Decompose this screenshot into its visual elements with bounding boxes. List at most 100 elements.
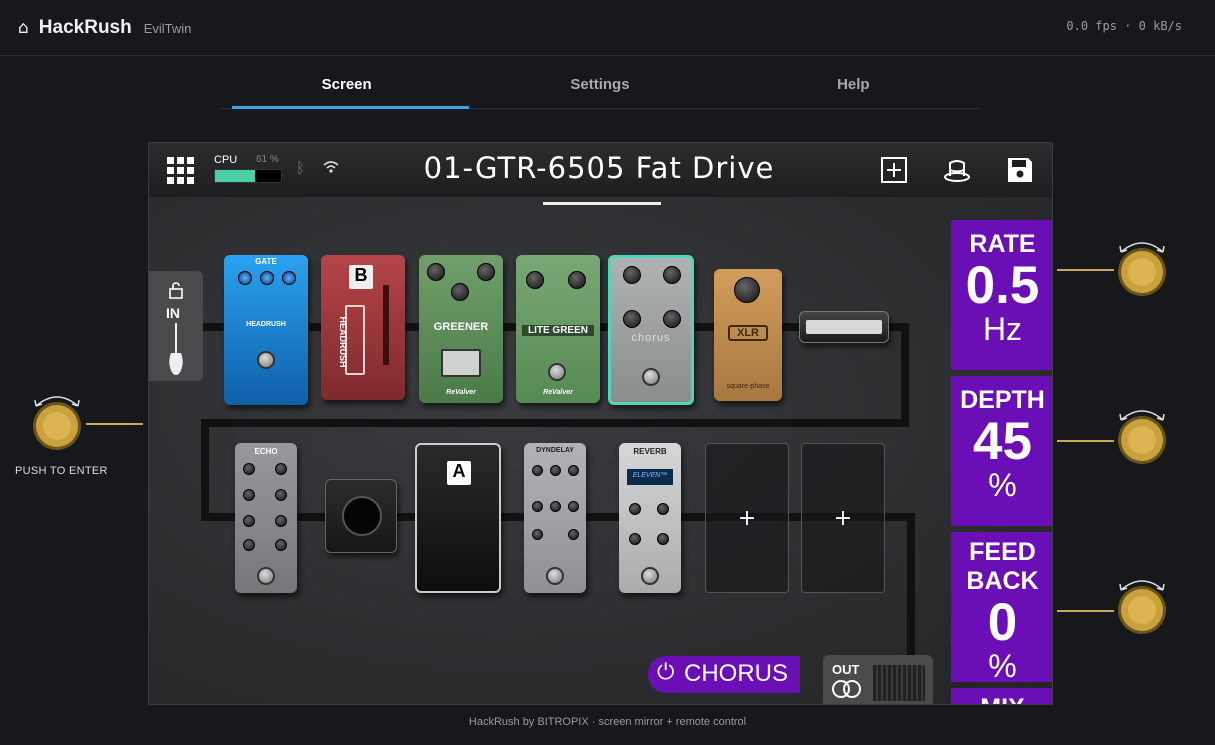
pedal-b-letter: B <box>349 265 373 289</box>
knob <box>568 465 579 476</box>
knob <box>243 515 255 527</box>
footswitch <box>257 567 275 585</box>
pedal-gate-brand: HEADRUSH <box>246 321 286 328</box>
rate-knob[interactable] <box>1113 236 1171 298</box>
knob <box>275 463 287 475</box>
param-depth-unit: % <box>988 466 1017 503</box>
unlock-icon[interactable] <box>167 281 185 299</box>
tab-screen[interactable]: Screen <box>220 64 473 109</box>
cpu-percent: 61 % <box>256 154 279 165</box>
knob <box>477 263 495 281</box>
param-rate[interactable]: RATE 0.5 Hz <box>951 220 1052 370</box>
footswitch <box>546 567 564 585</box>
knob <box>663 310 681 328</box>
pedal-gate[interactable]: GATE HEADRUSH <box>224 255 308 405</box>
knob <box>243 463 255 475</box>
pedal-lite-green[interactable]: LITE GREEN ReValver <box>516 255 600 403</box>
param-rate-value: 0.5 <box>965 255 1040 315</box>
pedal-dyndelay[interactable]: DYNDELAY <box>524 443 586 593</box>
output-block[interactable]: OUT <box>823 655 933 704</box>
home-icon[interactable]: ⌂ <box>18 18 29 38</box>
knob <box>568 271 586 289</box>
menu-grid-icon[interactable] <box>167 157 194 184</box>
save-icon[interactable] <box>1005 155 1035 185</box>
navigation-knob[interactable] <box>28 390 86 452</box>
feedback-knob[interactable] <box>1113 574 1171 636</box>
knob <box>657 503 669 515</box>
param-depth-value: 45 <box>973 411 1032 471</box>
knob <box>568 529 579 540</box>
input-label: IN <box>166 305 180 321</box>
reverb-display: ELEVEN™ <box>627 469 673 485</box>
parameter-panel: RATE 0.5 Hz DEPTH 45 % FEED BACK 0 % MIX <box>951 220 1052 704</box>
param-mix[interactable]: MIX <box>951 688 1052 704</box>
pedal-chorus-label: chorus <box>631 332 671 344</box>
depth-knob[interactable] <box>1113 404 1171 466</box>
knob <box>260 271 274 285</box>
knob <box>532 465 543 476</box>
push-to-enter-label: PUSH TO ENTER <box>15 465 108 477</box>
preset-name[interactable]: 01-GTR-6505 Fat Drive <box>399 151 799 185</box>
input-block[interactable]: IN <box>149 271 203 381</box>
param-depth[interactable]: DEPTH 45 % <box>951 376 1052 526</box>
param-rate-name: RATE <box>969 230 1036 258</box>
param-feedback-name-1: FEED <box>969 538 1036 566</box>
knob <box>526 271 544 289</box>
rate-knob-line <box>1057 269 1114 271</box>
param-mix-name: MIX <box>951 694 1052 704</box>
knob <box>623 310 641 328</box>
add-block-icon[interactable] <box>879 155 909 185</box>
footswitch <box>548 363 566 381</box>
signal-cable <box>201 419 909 427</box>
expression-jack-block[interactable] <box>325 479 397 553</box>
stereo-output-icon <box>832 680 861 698</box>
pedal-greener-switch <box>441 349 481 377</box>
pedal-xlr[interactable]: XLR square-phase <box>714 269 782 401</box>
device-name: EvilTwin <box>143 21 192 36</box>
pedal-xlr-label: XLR <box>728 325 768 341</box>
device-screen[interactable]: CPU 61 % ᛒ 01-GTR-6505 Fat Drive IN GATE… <box>148 142 1053 705</box>
jack <box>342 496 382 536</box>
amp-head[interactable] <box>799 311 889 343</box>
empty-slot-add[interactable]: + <box>705 443 789 593</box>
pedal-echo[interactable]: ECHO <box>235 443 297 593</box>
footswitch <box>641 567 659 585</box>
pedal-reverb[interactable]: REVERB ELEVEN™ <box>619 443 681 593</box>
footswitch <box>642 368 660 386</box>
signal-cable <box>907 513 915 663</box>
knob <box>532 501 543 512</box>
output-label: OUT <box>832 662 860 677</box>
brand[interactable]: ⌂ HackRush EvilTwin <box>18 17 191 39</box>
tab-help[interactable]: Help <box>727 64 980 108</box>
param-feedback-unit: % <box>988 647 1017 684</box>
knob <box>623 266 641 284</box>
active-block-button[interactable]: ⏻ CHORUS <box>648 656 800 693</box>
pedal-lite-green-label: LITE GREEN <box>522 325 594 336</box>
empty-slot-add[interactable]: + <box>801 443 885 593</box>
pedal-b-meter <box>383 285 389 365</box>
param-depth-name: DEPTH <box>960 386 1045 414</box>
wifi-icon <box>323 161 339 173</box>
pedal-b[interactable]: B HEADRUSH <box>321 255 405 400</box>
pedal-b-brand: HEADRUSH <box>338 316 348 368</box>
expression-pedal-a[interactable]: A <box>415 443 501 593</box>
tab-settings[interactable]: Settings <box>473 64 726 108</box>
cpu-meter <box>214 169 282 183</box>
param-rate-unit: Hz <box>982 310 1023 347</box>
hat-icon[interactable] <box>942 155 972 185</box>
param-feedback-value: 0 <box>987 592 1018 652</box>
param-feedback[interactable]: FEED BACK 0 % <box>951 532 1052 684</box>
tab-bar: Screen Settings Help <box>220 64 980 109</box>
power-icon[interactable]: ⏻ <box>657 659 674 685</box>
preset-underline <box>543 202 661 205</box>
pedal-gate-label: GATE <box>255 257 277 266</box>
pedal-greener[interactable]: GREENER ReValver <box>419 255 503 403</box>
stream-stats: 0.0 fps · 0 kB/s <box>1066 19 1182 33</box>
knob <box>629 533 641 545</box>
knob-line <box>86 423 143 425</box>
pedal-chorus-selected[interactable]: chorus <box>608 255 694 405</box>
knob <box>550 465 561 476</box>
signal-cable <box>201 419 209 519</box>
knob <box>568 501 579 512</box>
signal-cable <box>901 323 909 419</box>
